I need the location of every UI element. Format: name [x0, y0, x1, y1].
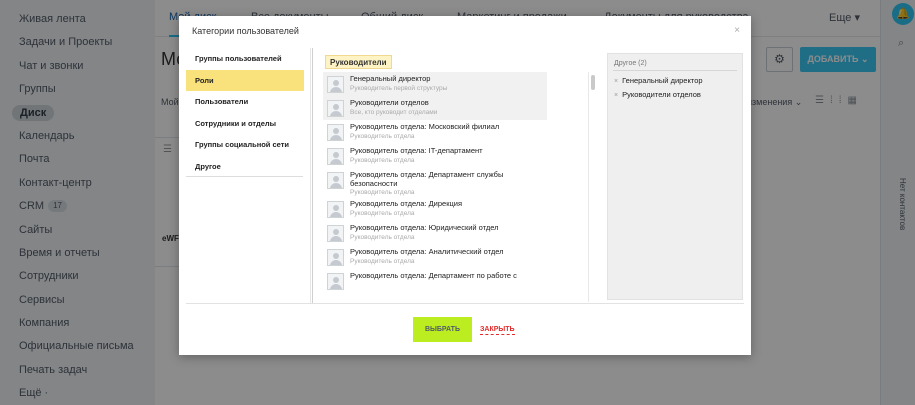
- avatar: [327, 100, 344, 117]
- avatar: [327, 124, 344, 141]
- footer-divider: [186, 303, 744, 304]
- role-row[interactable]: Руководитель отдела: Департамент службы …: [323, 168, 547, 197]
- role-row[interactable]: Руководитель отдела: Аналитический отдел…: [323, 245, 547, 269]
- avatar: [327, 76, 344, 93]
- avatar: [327, 249, 344, 266]
- role-description: Руководитель отдела: [350, 133, 415, 140]
- role-description: Руководитель первой структуры: [350, 85, 448, 92]
- selected-heading: Другое (2): [614, 60, 647, 67]
- category-list: Группы пользователей Роли Пользователи Сотр…: [186, 48, 311, 304]
- selected-item[interactable]: × Генеральный директор: [614, 76, 703, 85]
- selected-divider: [613, 70, 737, 71]
- selected-panel: Другое (2) × Генеральный директор × Руковод…: [607, 53, 743, 300]
- role-description: Руководитель отдела: [350, 189, 415, 196]
- roles-scrollbar[interactable]: [588, 72, 596, 302]
- category-item-4[interactable]: Группы социальной сети: [186, 134, 304, 156]
- roles-panel: Руководители Генеральный директор Руковод…: [312, 48, 599, 304]
- role-name: Руководитель отдела: Юридический отдел: [350, 223, 499, 232]
- role-row[interactable]: Руководитель отдела: Департамент по рабо…: [323, 269, 547, 293]
- avatar: [327, 148, 344, 165]
- role-row[interactable]: Генеральный директор Руководитель первой …: [323, 72, 547, 96]
- role-description: Руководитель отдела: [350, 234, 415, 241]
- role-description: Руководитель отдела: [350, 157, 415, 164]
- category-item-1[interactable]: Роли: [186, 69, 304, 92]
- role-description: Все, кто руководит отделами: [350, 109, 438, 116]
- close-icon[interactable]: ×: [734, 25, 740, 36]
- role-name: Руководитель отдела: Департамент по рабо…: [350, 271, 517, 280]
- role-name: Руководитель отдела: Аналитический отдел: [350, 247, 504, 256]
- role-name: Руководитель отдела: Московский филиал: [350, 122, 500, 131]
- role-row[interactable]: Руководитель отдела: Дирекция Руководител…: [323, 197, 547, 221]
- role-row[interactable]: Руководитель отдела: IT-департамент Руков…: [323, 144, 547, 168]
- section-label: Руководители: [325, 55, 392, 69]
- select-button[interactable]: ВЫБРАТЬ: [413, 317, 472, 342]
- role-row[interactable]: Руководители отделов Все, кто руководит о…: [323, 96, 547, 120]
- category-item-2[interactable]: Пользователи: [186, 91, 304, 113]
- remove-icon[interactable]: ×: [614, 78, 618, 85]
- category-item-5[interactable]: Другое: [186, 156, 304, 178]
- role-row[interactable]: Руководитель отдела: Московский филиал Ру…: [323, 120, 547, 144]
- role-name: Руководитель отдела: Дирекция: [350, 199, 463, 208]
- avatar: [327, 201, 344, 218]
- category-divider: [186, 176, 303, 177]
- role-name: Руководитель отдела: IT-департамент: [350, 146, 483, 155]
- user-categories-dialog: Категории пользователей × Группы пользов…: [179, 16, 751, 355]
- selected-item-label: Руководители отделов: [622, 90, 701, 99]
- avatar: [327, 225, 344, 242]
- close-button[interactable]: ЗАКРЫТЬ: [480, 325, 515, 335]
- role-row[interactable]: Руководитель отдела: Юридический отдел Ру…: [323, 221, 547, 245]
- role-description: Руководитель отдела: [350, 258, 415, 265]
- scrollbar-thumb[interactable]: [591, 75, 595, 90]
- avatar: [327, 273, 344, 290]
- role-name: Руководитель отдела: Департамент службы …: [350, 170, 504, 188]
- category-item-3[interactable]: Сотрудники и отделы: [186, 113, 304, 135]
- selected-item-label: Генеральный директор: [622, 76, 703, 85]
- role-name: Генеральный директор: [350, 74, 431, 83]
- role-name: Руководители отделов: [350, 98, 429, 107]
- roles-list: Генеральный директор Руководитель первой …: [323, 72, 587, 302]
- avatar: [327, 172, 344, 189]
- role-description: Руководитель отдела: [350, 210, 415, 217]
- category-item-0[interactable]: Группы пользователей: [186, 48, 304, 70]
- dialog-title: Категории пользователей: [192, 26, 299, 36]
- remove-icon[interactable]: ×: [614, 92, 618, 99]
- selected-item[interactable]: × Руководители отделов: [614, 90, 701, 99]
